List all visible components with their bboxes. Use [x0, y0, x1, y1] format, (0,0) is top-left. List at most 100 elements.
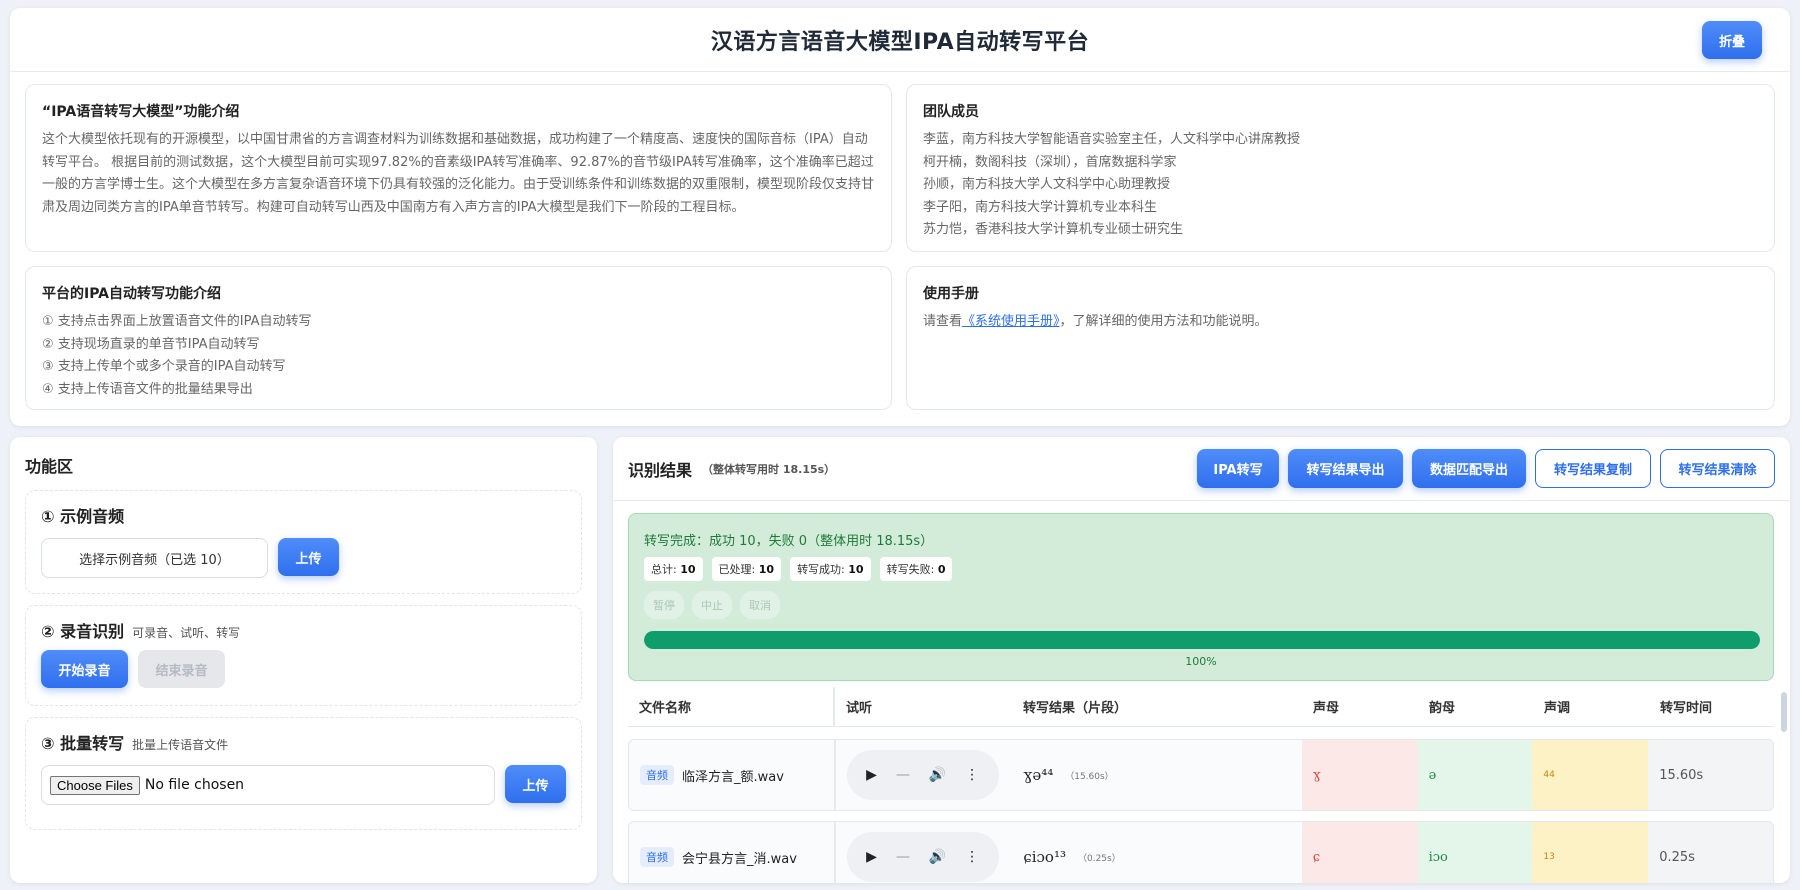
choose-files-button[interactable]: Choose Files: [50, 775, 140, 795]
file-name: 会宁县方言_消.wav: [682, 851, 797, 867]
result-title: 识别结果: [628, 460, 693, 480]
file-input[interactable]: Choose Files No file chosen: [41, 765, 496, 805]
record-title: ② 录音识别: [41, 622, 125, 641]
ipa-cell: ɕiɔo¹³ （0.25s）: [1012, 822, 1301, 883]
team-member: 李子阳，南方科技大学计算机专业本科生: [923, 199, 1158, 215]
sample-title: ① 示例音频: [41, 507, 125, 526]
table-header: 文件名称 试听 转写结果（片段） 声母 韵母 声调 转写时间: [628, 687, 1774, 727]
col-final: 韵母: [1429, 701, 1456, 716]
stop-record-button[interactable]: 结束录音: [138, 650, 225, 688]
audio-tag: 音频: [640, 765, 674, 785]
audio-player: ▶ — 🔊 ⋮: [846, 750, 999, 800]
success-count: 转写成功: 10: [790, 557, 871, 581]
processed-count: 已处理: 10: [711, 557, 782, 581]
manual-suffix: ，了解详细的使用方法和功能说明。: [1059, 314, 1268, 329]
result-time: （整体转写用时 18.15s）: [702, 462, 836, 476]
pause-button[interactable]: 暂停: [644, 591, 684, 619]
intro-card: 汉语方言语音大模型IPA自动转写平台 折叠 “IPA语音转写大模型”功能介绍 这…: [10, 8, 1790, 426]
match-export-button[interactable]: 数据匹配导出: [1412, 449, 1526, 488]
col-tone: 声调: [1544, 701, 1571, 716]
manual-box: 使用手册 请查看《系统使用手册》，了解详细的使用方法和功能说明。: [906, 266, 1775, 410]
copy-results-button[interactable]: 转写结果复制: [1535, 449, 1651, 488]
fail-count: 转写失败: 0: [879, 557, 953, 581]
record-title-row: ② 录音识别 可录音、试听、转写: [41, 618, 566, 642]
audio-tag: 音频: [640, 847, 674, 867]
collapse-button[interactable]: 折叠: [1702, 21, 1762, 59]
sample-section: ① 示例音频 选择示例音频（已选 10） 上传: [25, 490, 582, 594]
table-row: 音频 临泽方言_额.wav ▶ — 🔊 ⋮ ɣə⁴⁴ （15.60s） ɣ ə …: [628, 739, 1774, 811]
no-file-text: No file chosen: [144, 777, 245, 793]
play-icon[interactable]: ▶: [866, 849, 877, 865]
result-actions: IPA转写 转写结果导出 数据匹配导出 转写结果复制 转写结果清除: [1197, 449, 1775, 488]
page-header: 汉语方言语音大模型IPA自动转写平台 折叠: [10, 8, 1790, 72]
tone-cell: 13: [1532, 822, 1649, 883]
result-header: 识别结果 （整体转写用时 18.15s） IPA转写 转写结果导出 数据匹配导出…: [613, 437, 1790, 501]
intro-title: “IPA语音转写大模型”功能介绍: [42, 104, 240, 120]
status-text: 转写完成：成功 10，失败 0（整体用时 18.15s）: [644, 534, 934, 549]
play-icon[interactable]: ▶: [866, 767, 877, 783]
volume-icon[interactable]: 🔊: [929, 767, 946, 783]
listen-cell: ▶ — 🔊 ⋮: [836, 740, 1013, 810]
record-subtitle: 可录音、试听、转写: [132, 626, 241, 640]
team-member: 李蓝，南方科技大学智能语音实验室主任，人文科学中心讲席教授: [923, 132, 1301, 147]
function-panel: 功能区 ① 示例音频 选择示例音频（已选 10） 上传 ② 录音识别 可录音、试…: [10, 437, 597, 883]
col-result: 转写结果（片段）: [1023, 701, 1128, 716]
record-section: ② 录音识别 可录音、试听、转写 开始录音 结束录音: [25, 605, 582, 706]
initial-cell: ɣ: [1301, 740, 1418, 810]
cancel-button[interactable]: 取消: [740, 591, 780, 619]
manual-text: 请查看《系统使用手册》，了解详细的使用方法和功能说明。: [923, 311, 1758, 334]
status-counts: 总计: 10 已处理: 10 转写成功: 10 转写失败: 0: [644, 557, 1758, 581]
tone-cell: 44: [1532, 740, 1649, 810]
initial-cell: ɕ: [1301, 822, 1418, 883]
progress-fill: [644, 631, 1760, 649]
sample-upload-button[interactable]: 上传: [278, 538, 339, 576]
more-options-icon[interactable]: ⋮: [965, 767, 979, 783]
ipa-cell: ɣə⁴⁴ （15.60s）: [1012, 740, 1301, 810]
more-options-icon[interactable]: ⋮: [965, 849, 979, 865]
feature-item: ④ 支持上传语音文件的批量结果导出: [42, 381, 253, 397]
features-title: 平台的IPA自动转写功能介绍: [42, 286, 222, 302]
intro-box: “IPA语音转写大模型”功能介绍 这个大模型依托现有的开源模型，以中国甘肃省的方…: [25, 84, 892, 252]
stop-button[interactable]: 中止: [692, 591, 732, 619]
progress-dash-icon[interactable]: —: [896, 849, 910, 865]
feature-item: ③ 支持上传单个或多个录音的IPA自动转写: [42, 359, 286, 374]
sample-select[interactable]: 选择示例音频（已选 10）: [41, 538, 268, 578]
ipa-transcribe-button[interactable]: IPA转写: [1197, 449, 1279, 488]
progress-bar: [644, 631, 1760, 649]
volume-icon[interactable]: 🔊: [929, 849, 946, 865]
results-table: 文件名称 试听 转写结果（片段） 声母 韵母 声调 转写时间 音频 临泽方言_额…: [628, 687, 1774, 883]
start-record-button[interactable]: 开始录音: [41, 650, 128, 688]
manual-title: 使用手册: [923, 286, 979, 302]
final-cell: ə: [1417, 740, 1533, 810]
batch-subtitle: 批量上传语音文件: [132, 738, 229, 752]
export-results-button[interactable]: 转写结果导出: [1288, 449, 1403, 488]
feature-item: ② 支持现场直录的单音节IPA自动转写: [42, 336, 260, 352]
intro-text: 这个大模型依托现有的开源模型，以中国甘肃省的方言调查材料为训练数据和基础数据，成…: [42, 132, 875, 215]
file-name: 临泽方言_额.wav: [682, 769, 784, 785]
team-member: 孙顺，南方科技大学人文科学中心助理教授: [923, 177, 1171, 192]
function-title: 功能区: [25, 457, 74, 476]
final-cell: iɔo: [1417, 822, 1533, 883]
col-file: 文件名称: [628, 687, 835, 726]
progress-dash-icon[interactable]: —: [896, 767, 910, 783]
col-listen: 试听: [846, 701, 873, 716]
status-panel: 转写完成：成功 10，失败 0（整体用时 18.15s） 总计: 10 已处理:…: [628, 513, 1774, 681]
team-member: 苏力恺，香港科技大学计算机专业硕士研究生: [923, 222, 1184, 237]
batch-upload-button[interactable]: 上传: [505, 765, 566, 803]
result-panel: 识别结果 （整体转写用时 18.15s） IPA转写 转写结果导出 数据匹配导出…: [613, 437, 1790, 883]
time-cell: 0.25s: [1648, 822, 1773, 883]
team-box: 团队成员 李蓝，南方科技大学智能语音实验室主任，人文科学中心讲席教授 柯开楠，数…: [906, 84, 1775, 252]
table-row: 音频 会宁县方言_消.wav ▶ — 🔊 ⋮ ɕiɔo¹³ （0.25s） ɕ …: [628, 821, 1774, 883]
scrollbar[interactable]: [1781, 692, 1787, 732]
team-title: 团队成员: [923, 104, 979, 120]
features-box: 平台的IPA自动转写功能介绍 ① 支持点击界面上放置语音文件的IPA自动转写 ②…: [25, 266, 892, 410]
batch-title: ③ 批量转写: [41, 734, 125, 753]
clear-results-button[interactable]: 转写结果清除: [1660, 449, 1775, 488]
control-row: 暂停 中止 取消: [644, 591, 1758, 619]
ipa-duration: （0.25s）: [1077, 853, 1121, 864]
manual-prefix: 请查看: [923, 314, 963, 329]
ipa-text: ɕiɔo¹³: [1023, 848, 1066, 866]
feature-item: ① 支持点击界面上放置语音文件的IPA自动转写: [42, 314, 312, 329]
manual-link[interactable]: 《系统使用手册》: [962, 314, 1060, 329]
page-title: 汉语方言语音大模型IPA自动转写平台: [710, 29, 1090, 55]
